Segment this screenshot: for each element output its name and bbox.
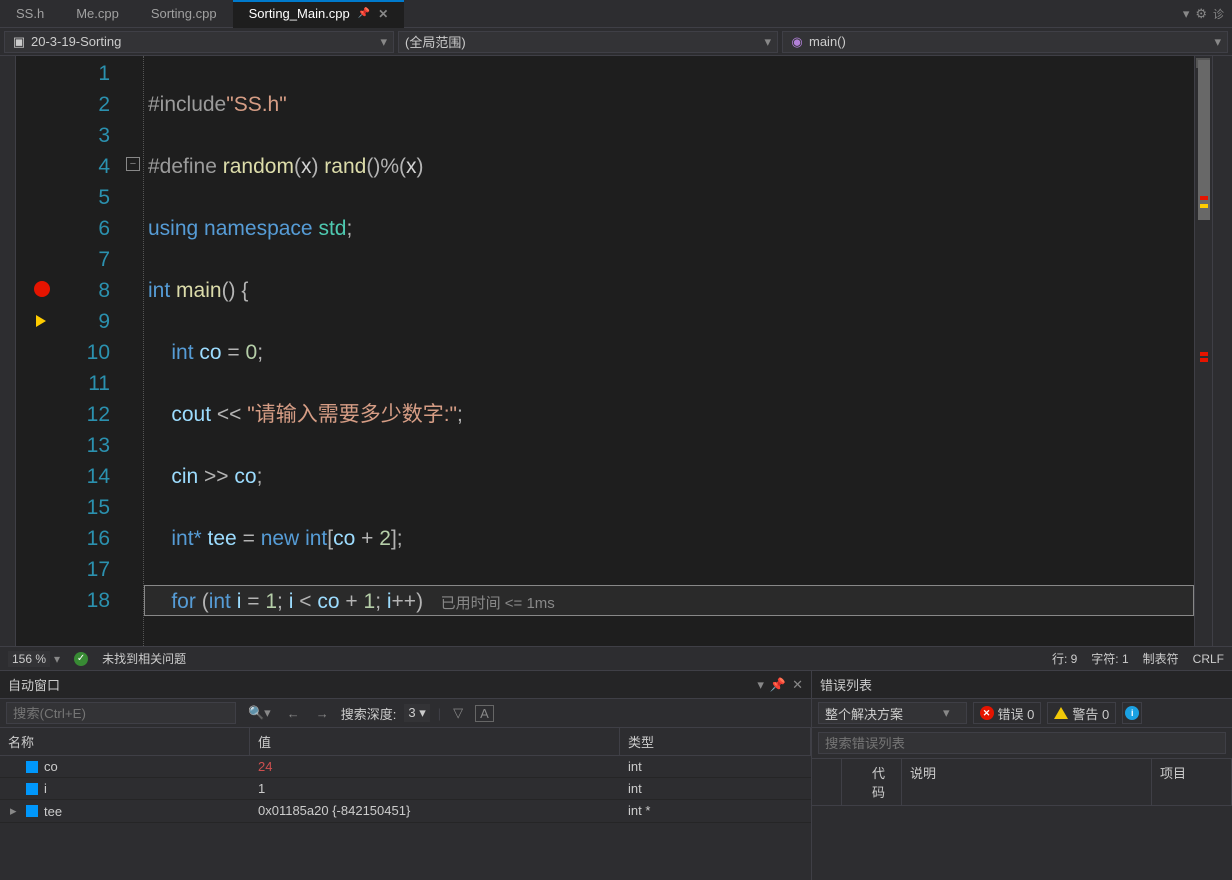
search-depth-selector[interactable]: 3 ▾ — [404, 704, 429, 722]
breakpoint-gutter[interactable] — [16, 56, 64, 646]
cursor-line: 行: 9 — [1052, 650, 1077, 667]
col-type[interactable]: 类型 — [620, 728, 811, 755]
right-toolstrip — [1212, 56, 1232, 646]
project-icon: ▣ — [11, 34, 27, 50]
indent-mode[interactable]: 制表符 — [1143, 650, 1179, 667]
error-search-input[interactable] — [818, 732, 1226, 754]
errors-filter-button[interactable]: ✕错误 0 — [973, 702, 1042, 724]
fold-toggle-icon[interactable]: − — [126, 157, 140, 171]
error-marker-ruler-2 — [1200, 358, 1208, 362]
warning-icon — [1054, 707, 1068, 719]
warnings-filter-button[interactable]: 警告 0 — [1047, 702, 1116, 724]
pin-panel-icon[interactable]: 📌 — [770, 677, 786, 693]
pin-icon[interactable]: 📌 — [358, 8, 370, 19]
error-table-header: 代码 说明 项目 — [812, 759, 1232, 806]
code-editor[interactable]: 123 456 789 101112 131415 161718 − #incl… — [0, 56, 1232, 646]
navigation-bar: ▣ 20-3-19-Sorting▾ (全局范围)▾ ◉ main()▾ — [0, 28, 1232, 56]
col-project[interactable]: 项目 — [1152, 759, 1232, 805]
autos-title-bar[interactable]: 自动窗口 ▾ 📌 ✕ — [0, 671, 811, 699]
autos-panel: 自动窗口 ▾ 📌 ✕ 🔍▾ ← → 搜索深度: 3 ▾ | ▽ A 名称 值 类… — [0, 671, 812, 880]
code-content[interactable]: #include"SS.h" #define random(x) rand()%… — [144, 56, 1194, 646]
tab-ss-h[interactable]: SS.h — [0, 0, 60, 28]
variable-icon — [26, 761, 38, 773]
error-icon: ✕ — [980, 706, 994, 720]
error-marker-ruler — [1200, 352, 1208, 356]
info-icon: i — [1125, 706, 1139, 720]
tab-dropdown-icon[interactable]: ▾ — [1183, 6, 1190, 22]
exec-marker-ruler — [1200, 204, 1208, 208]
col-value[interactable]: 值 — [250, 728, 620, 755]
diagnostics-icon[interactable]: 诊 — [1213, 6, 1224, 22]
search-depth-label: 搜索深度: — [341, 704, 397, 723]
autos-toolbar: 🔍▾ ← → 搜索深度: 3 ▾ | ▽ A — [0, 699, 811, 728]
check-icon: ✓ — [74, 652, 88, 666]
cursor-col: 字符: 1 — [1091, 650, 1128, 667]
nav-forward-icon[interactable]: → — [312, 704, 333, 723]
tab-sorting-main-cpp[interactable]: Sorting_Main.cpp 📌 ✕ — [233, 0, 405, 28]
text-view-icon[interactable]: A — [475, 705, 494, 722]
filter-icon[interactable]: ▽ — [449, 703, 467, 723]
issues-status: 未找到相关问题 — [102, 650, 186, 667]
settings-gear-icon[interactable]: ⚙ — [1195, 6, 1207, 22]
overview-ruler[interactable] — [1194, 56, 1212, 646]
watch-row[interactable]: co 24 int — [0, 756, 811, 778]
method-icon: ◉ — [789, 34, 805, 50]
perf-hint[interactable]: 已用时间 <= 1ms — [441, 595, 555, 612]
zoom-selector[interactable]: 156 %▾ — [8, 651, 60, 667]
error-scope-selector[interactable]: 整个解决方案 ▾ — [818, 702, 967, 724]
tab-me-cpp[interactable]: Me.cpp — [60, 0, 135, 28]
col-name[interactable]: 名称 — [0, 728, 250, 755]
project-selector[interactable]: ▣ 20-3-19-Sorting▾ — [4, 31, 394, 53]
error-toolbar: 整个解决方案 ▾ ✕错误 0 警告 0 i — [812, 699, 1232, 728]
symbol-selector[interactable]: ◉ main()▾ — [782, 31, 1228, 53]
error-list-panel: 错误列表 整个解决方案 ▾ ✕错误 0 警告 0 i 代码 说明 项目 — [812, 671, 1232, 880]
breakpoint-marker[interactable] — [34, 281, 50, 297]
autos-search-input[interactable] — [6, 702, 236, 724]
autos-table: 名称 值 类型 co 24 int i 1 int ▸tee 0x01185a2… — [0, 728, 811, 880]
search-icon[interactable]: 🔍▾ — [244, 703, 275, 723]
line-numbers: 123 456 789 101112 131415 161718 — [64, 56, 124, 646]
document-tabs: SS.h Me.cpp Sorting.cpp Sorting_Main.cpp… — [0, 0, 1232, 28]
error-list-title-bar[interactable]: 错误列表 — [812, 671, 1232, 699]
watch-row[interactable]: ▸tee 0x01185a20 {-842150451} int * — [0, 800, 811, 823]
tab-sorting-cpp[interactable]: Sorting.cpp — [135, 0, 233, 28]
expand-icon[interactable]: ▸ — [10, 803, 20, 819]
variable-icon — [26, 805, 38, 817]
panel-dropdown-icon[interactable]: ▾ — [757, 677, 764, 693]
fold-gutter: − — [124, 56, 144, 646]
close-tab-icon[interactable]: ✕ — [378, 7, 388, 21]
left-margin — [0, 56, 16, 646]
variable-icon — [26, 783, 38, 795]
messages-filter-button[interactable]: i — [1122, 702, 1142, 724]
nav-back-icon[interactable]: ← — [283, 704, 304, 723]
close-panel-icon[interactable]: ✕ — [792, 677, 803, 693]
execution-pointer-icon — [36, 315, 46, 327]
autos-header: 名称 值 类型 — [0, 728, 811, 756]
breakpoint-marker-ruler — [1200, 196, 1208, 200]
editor-status-bar: 156 %▾ ✓ 未找到相关问题 行: 9 字符: 1 制表符 CRLF — [0, 646, 1232, 670]
eol-mode[interactable]: CRLF — [1193, 652, 1224, 666]
col-code[interactable]: 代码 — [842, 759, 902, 805]
scope-selector[interactable]: (全局范围)▾ — [398, 31, 778, 53]
watch-row[interactable]: i 1 int — [0, 778, 811, 800]
col-desc[interactable]: 说明 — [902, 759, 1152, 805]
bottom-panels: 自动窗口 ▾ 📌 ✕ 🔍▾ ← → 搜索深度: 3 ▾ | ▽ A 名称 值 类… — [0, 670, 1232, 880]
